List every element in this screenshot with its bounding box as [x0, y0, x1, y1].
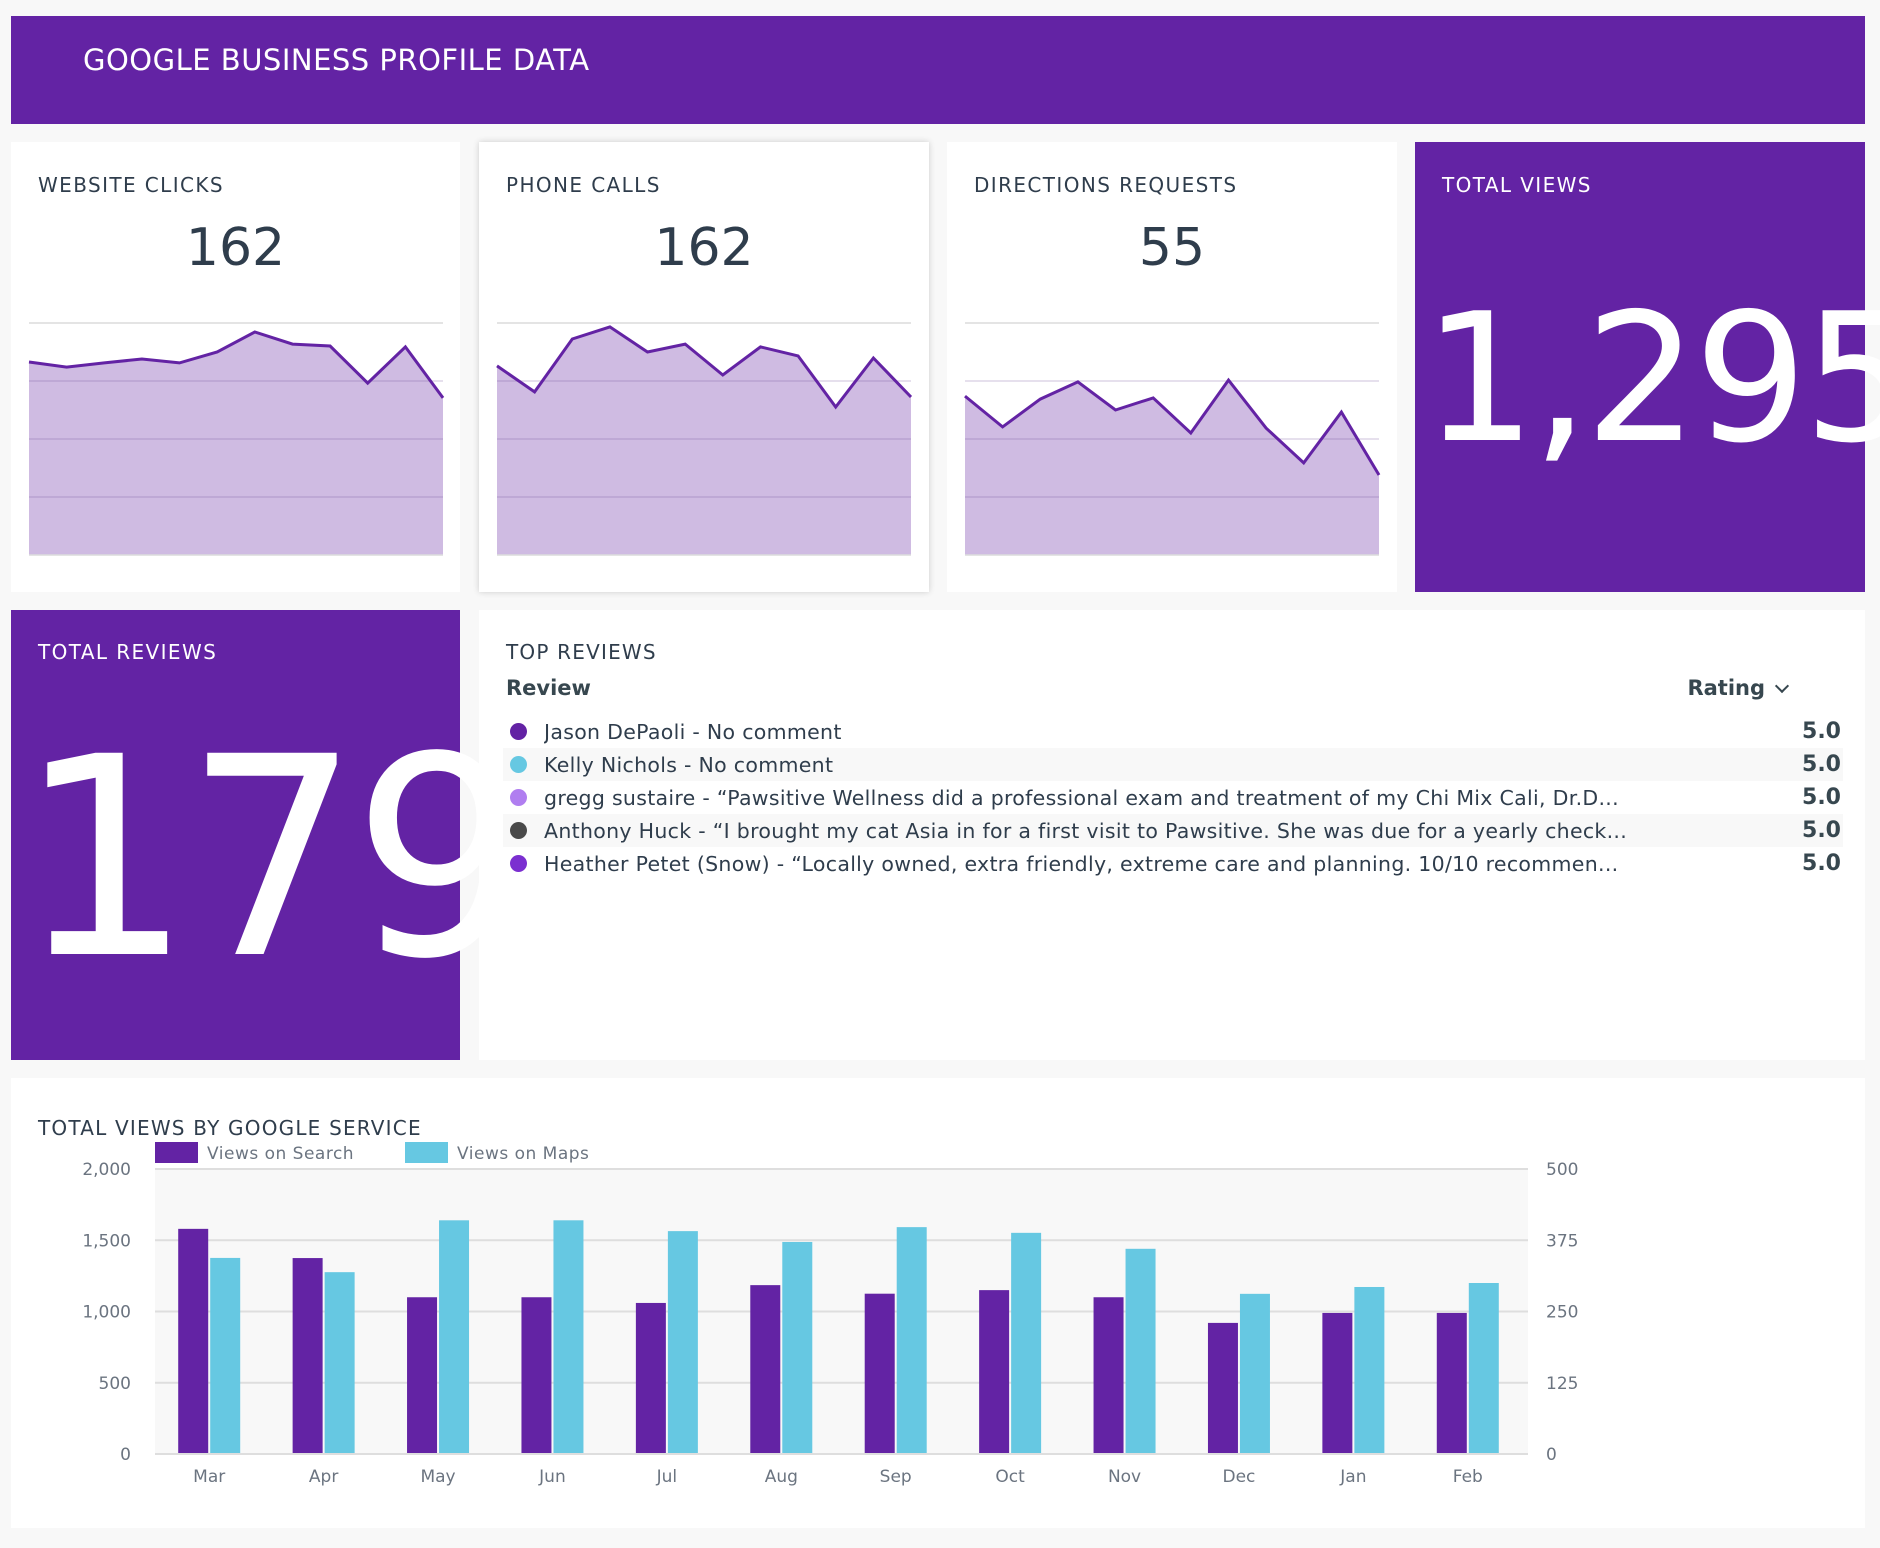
bar-views-on-maps — [553, 1220, 584, 1454]
left-axis-tick-label: 0 — [120, 1445, 131, 1465]
x-axis-tick-label: Feb — [1453, 1467, 1483, 1487]
bar-views-on-search — [1322, 1312, 1353, 1454]
directions-requests-card: DIRECTIONS REQUESTS 55 — [947, 142, 1397, 592]
review-rating: 5.0 — [1802, 851, 1841, 876]
website-clicks-sparkline — [28, 322, 445, 556]
bar-views-on-search — [521, 1297, 552, 1454]
bar-views-on-search — [292, 1258, 323, 1454]
bar-views-on-search — [1093, 1297, 1124, 1454]
review-rating: 5.0 — [1802, 785, 1841, 810]
bar-views-on-search — [178, 1228, 209, 1454]
views-by-service-chart: 0 500 1,000 1,500 2,000 0 125 250 375 500 Mar Apr Ma… — [82, 1142, 1578, 1487]
bar-views-on-search — [864, 1293, 895, 1454]
bar-views-on-maps — [210, 1257, 241, 1454]
x-axis-tick-label: Dec — [1223, 1467, 1256, 1487]
review-color-dot-icon — [510, 789, 527, 806]
bar-views-on-search — [407, 1297, 438, 1454]
dashboard-header: GOOGLE BUSINESS PROFILE DATA — [11, 16, 1865, 124]
x-axis-tick-label: Jul — [656, 1467, 678, 1487]
right-axis-tick-label: 375 — [1546, 1231, 1578, 1251]
table-row[interactable]: Anthony Huck - “I brought my cat Asia in… — [503, 814, 1843, 847]
review-text: Jason DePaoli - No comment — [544, 719, 842, 744]
bar-views-on-maps — [667, 1231, 698, 1454]
review-rating: 5.0 — [1802, 719, 1841, 744]
review-rating: 5.0 — [1802, 818, 1841, 843]
bar-views-on-maps — [1354, 1286, 1385, 1454]
x-axis-tick-label: Sep — [880, 1467, 912, 1487]
bar-views-on-maps — [1011, 1232, 1042, 1454]
legend-label: Views on Search — [207, 1144, 354, 1164]
bar-views-on-maps — [1125, 1248, 1156, 1454]
right-axis-tick-label: 250 — [1546, 1303, 1578, 1323]
bar-views-on-search — [1207, 1322, 1238, 1454]
total-views-value: 1,295 — [1423, 275, 1880, 482]
x-axis-tick-label: Oct — [995, 1467, 1025, 1487]
left-axis-tick-label: 2,000 — [82, 1160, 131, 1180]
rating-column-label: Rating — [1687, 676, 1765, 700]
chevron-down-icon[interactable] — [1774, 678, 1790, 693]
table-row[interactable]: gregg sustaire - “Pawsitive Wellness did… — [503, 781, 1843, 814]
right-axis-tick-label: 125 — [1546, 1374, 1578, 1394]
top-reviews-card: TOP REVIEWS Review Rating Jason DePaoli … — [479, 610, 1865, 1060]
total-reviews-title: TOTAL REVIEWS — [38, 640, 218, 664]
legend-swatch-icon — [155, 1142, 198, 1163]
review-text: Kelly Nichols - No comment — [544, 752, 834, 777]
total-views-card: TOTAL VIEWS 1,295 — [1415, 142, 1880, 592]
table-row[interactable]: Jason DePaoli - No comment 5.0 — [503, 715, 1843, 748]
bar-views-on-search — [635, 1302, 666, 1454]
review-color-dot-icon — [510, 756, 527, 773]
review-color-dot-icon — [510, 855, 527, 872]
views-by-service-card: TOTAL VIEWS BY GOOGLE SERVICE 0 500 1,000 1… — [11, 1078, 1865, 1528]
bar-views-on-maps — [896, 1227, 927, 1454]
review-rating: 5.0 — [1802, 752, 1841, 777]
bar-views-on-maps — [439, 1220, 470, 1454]
x-axis-tick-label: Aug — [765, 1467, 798, 1487]
table-row[interactable]: Heather Petet (Snow) - “Locally owned, e… — [503, 847, 1843, 880]
website-clicks-card: WEBSITE CLICKS 162 — [11, 142, 460, 592]
total-reviews-card: TOTAL REVIEWS 179 — [11, 610, 528, 1060]
bar-views-on-search — [1436, 1312, 1467, 1454]
right-axis-tick-label: 500 — [1546, 1160, 1578, 1180]
left-axis-tick-label: 1,500 — [82, 1231, 131, 1251]
review-color-dot-icon — [510, 822, 527, 839]
legend-swatch-icon — [405, 1142, 448, 1163]
review-color-dot-icon — [510, 723, 527, 740]
bar-views-on-maps — [1468, 1283, 1499, 1454]
x-axis-tick-label: Mar — [193, 1467, 225, 1487]
directions-requests-sparkline — [964, 322, 1381, 556]
bar-views-on-maps — [324, 1272, 355, 1454]
x-axis-tick-label: Nov — [1108, 1467, 1141, 1487]
bar-views-on-search — [750, 1285, 781, 1454]
top-reviews-title: TOP REVIEWS — [506, 640, 657, 664]
review-text: Heather Petet (Snow) - “Locally owned, e… — [544, 851, 1619, 876]
review-text: gregg sustaire - “Pawsitive Wellness did… — [544, 785, 1619, 810]
x-axis-tick-label: Apr — [309, 1467, 338, 1487]
legend-label: Views on Maps — [457, 1144, 589, 1164]
review-text: Anthony Huck - “I brought my cat Asia in… — [544, 818, 1628, 843]
phone-calls-sparkline — [496, 322, 913, 556]
review-column-header[interactable]: Review — [506, 678, 591, 699]
rating-column-header[interactable]: Rating — [1687, 676, 1790, 700]
x-axis-tick-label: Jun — [538, 1467, 566, 1487]
total-views-title: TOTAL VIEWS — [1442, 173, 1592, 197]
right-axis-tick-label: 0 — [1546, 1445, 1557, 1465]
left-axis-tick-label: 500 — [99, 1374, 131, 1394]
sparkline-area — [965, 380, 1379, 555]
reviews-table: Jason DePaoli - No comment 5.0 Kelly Nic… — [503, 715, 1843, 880]
x-axis-tick-label: May — [420, 1467, 455, 1487]
left-axis-tick-label: 1,000 — [82, 1303, 131, 1323]
bar-views-on-maps — [782, 1241, 813, 1454]
table-row[interactable]: Kelly Nichols - No comment 5.0 — [503, 748, 1843, 781]
total-reviews-value: 179 — [17, 699, 528, 1020]
bar-views-on-maps — [1239, 1293, 1270, 1454]
phone-calls-card: PHONE CALLS 162 — [479, 142, 929, 592]
x-axis-tick-label: Jan — [1339, 1467, 1366, 1487]
bar-views-on-search — [979, 1290, 1010, 1454]
dashboard-title: GOOGLE BUSINESS PROFILE DATA — [83, 43, 590, 77]
